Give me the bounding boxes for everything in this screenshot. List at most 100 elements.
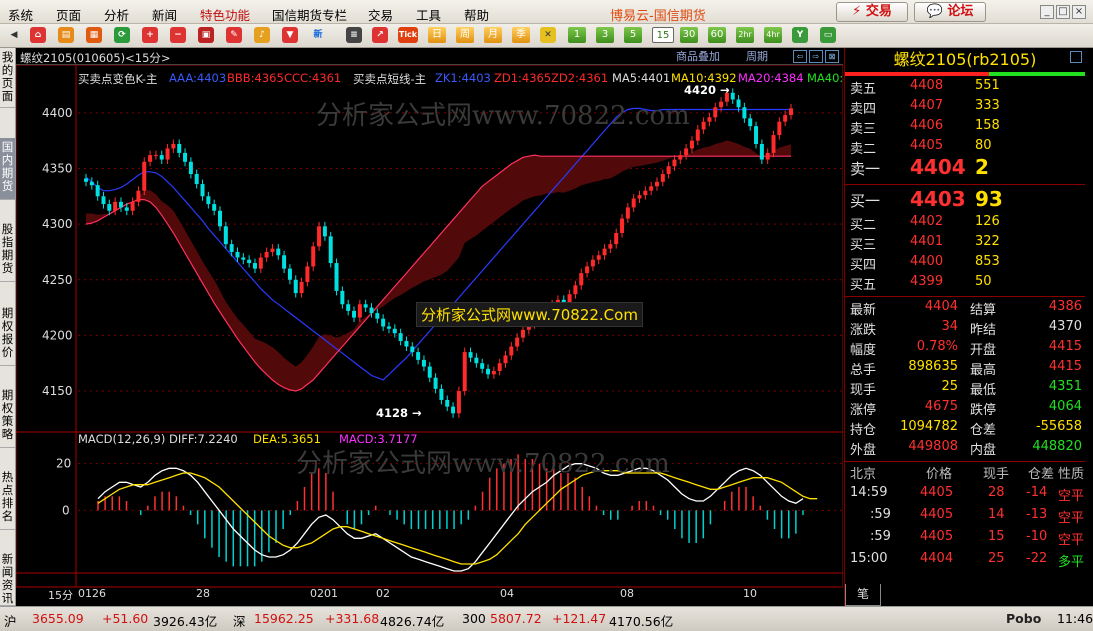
trade-button[interactable]: ⚡ 交易 [836, 2, 908, 22]
sh-label: 沪 [4, 614, 17, 629]
home-icon[interactable]: ⌂ [30, 27, 46, 43]
candle-body [252, 263, 257, 269]
stat-label: 现手 [850, 383, 877, 398]
candle-body [643, 190, 648, 196]
screen-icon[interactable]: ▭ [820, 27, 836, 43]
pen-icon[interactable]: ✎ [226, 27, 242, 43]
ask-price: 4408 [910, 78, 944, 93]
nav-my-page[interactable]: 我的页面 [0, 48, 15, 108]
candle-body [398, 333, 403, 341]
close-icon[interactable]: × [1072, 5, 1086, 19]
period-15m-button[interactable]: 15 [652, 27, 674, 43]
period-day-button[interactable]: 日 [428, 27, 446, 43]
period-5m-button[interactable]: 5 [624, 27, 642, 43]
new-icon[interactable]: 新 [310, 27, 326, 43]
menu-page[interactable]: 页面 [56, 5, 81, 24]
candle-body [247, 259, 252, 264]
candle-body [789, 108, 793, 116]
period-2hr-button[interactable]: 2hr [736, 27, 754, 43]
tick-header-cell: 仓差 [1028, 467, 1055, 482]
refresh-icon[interactable]: ⟳ [114, 27, 130, 43]
folder-icon[interactable]: ▤ [58, 27, 74, 43]
zoom-in-icon[interactable]: + [142, 27, 158, 43]
candle-body [462, 352, 467, 392]
period-button[interactable]: 周期 [746, 50, 768, 63]
nav-hot-ranking[interactable]: 热点排名 [0, 468, 15, 530]
candle-body [136, 190, 141, 202]
bid-label: 买五 [850, 278, 877, 293]
candle-body [410, 346, 415, 353]
menu-analysis[interactable]: 分析 [104, 5, 129, 24]
low-annotation: 4128 → [376, 406, 422, 420]
panel-toggle-icon[interactable] [1070, 51, 1082, 63]
candle-body [590, 259, 595, 267]
candle-body [451, 406, 456, 414]
period-3m-button[interactable]: 3 [596, 27, 614, 43]
menu-news[interactable]: 新闻 [152, 5, 177, 24]
nav-label: 我的页面 [1, 50, 14, 103]
candle-body [515, 337, 520, 347]
nav-domestic-futures[interactable]: 国内期货 [0, 138, 15, 200]
list-icon[interactable]: ≡ [346, 27, 362, 43]
candle-body [719, 101, 724, 108]
candle-body [596, 255, 601, 260]
bid-label: 买三 [850, 238, 877, 253]
menu-features[interactable]: 特色功能 [200, 5, 250, 24]
candle-body [660, 174, 665, 182]
period-60m-button[interactable]: 60 [708, 27, 726, 43]
window-icon[interactable]: ▣ [198, 27, 214, 43]
bell-icon[interactable]: ♪ [254, 27, 270, 43]
candle-body [101, 196, 106, 205]
filter-icon[interactable]: ▼ [282, 27, 298, 43]
candle-body [188, 161, 193, 175]
period-week-button[interactable]: 周 [456, 27, 474, 43]
candle-body [258, 257, 263, 269]
zoom-out-icon[interactable]: − [170, 27, 186, 43]
tick-nature: 空平 [1058, 489, 1085, 504]
nav-index-futures[interactable]: 股指期货 [0, 220, 15, 282]
back-arrow-icon[interactable]: ◀ [6, 27, 22, 43]
stat-row: 涨停 4675 跌停 4064 [848, 399, 1088, 419]
filter-funnel-icon[interactable]: Y [792, 27, 808, 43]
fullscreen-icon[interactable]: ⊠ [825, 50, 839, 63]
candle-body [340, 290, 345, 305]
grid-icon[interactable]: ▦ [86, 27, 102, 43]
nav-option-quotes[interactable]: 期权报价 [0, 304, 15, 366]
shrink-icon[interactable]: ⇨ [809, 50, 823, 63]
chart-icon[interactable]: ↗ [372, 27, 388, 43]
cross-icon[interactable]: ✕ [540, 27, 556, 43]
maximize-icon[interactable]: □ [1056, 5, 1070, 19]
tick-tab[interactable]: 笔 [845, 584, 881, 606]
candle-body [608, 244, 613, 249]
nav-option-strategy[interactable]: 期权策略 [0, 386, 15, 448]
candle-body [480, 363, 485, 369]
stat-value-2: 4415 [1048, 359, 1082, 374]
stat-value-2: 4415 [1048, 339, 1082, 354]
tick-button[interactable]: Tick [398, 27, 418, 43]
menu-guosen-column[interactable]: 国信期货专栏 [272, 5, 347, 24]
menu-help[interactable]: 帮助 [464, 5, 489, 24]
stat-row: 最新 4404 结算 4386 [848, 299, 1088, 319]
period-30m-button[interactable]: 30 [680, 27, 698, 43]
forum-button[interactable]: 💬 论坛 [914, 2, 986, 22]
overlay-button[interactable]: 商品叠加 [676, 50, 720, 63]
menu-trade[interactable]: 交易 [368, 5, 393, 24]
candle-body [666, 166, 671, 175]
menu-system[interactable]: 系统 [8, 5, 33, 24]
tick-header-cell: 北京 [850, 467, 877, 482]
minimize-icon[interactable]: _ [1040, 5, 1054, 19]
candle-body [177, 143, 182, 153]
menu-tools[interactable]: 工具 [416, 5, 441, 24]
legend-zd1: ZD1:4365 [494, 71, 552, 85]
lightning-icon: ⚡ [852, 4, 862, 19]
period-4hr-button[interactable]: 4hr [764, 27, 782, 43]
candle-body [468, 352, 473, 358]
period-quarter-button[interactable]: 季 [512, 27, 530, 43]
ask-row: 卖五 4408 551 [848, 78, 1088, 98]
expand-icon[interactable]: ⇦ [793, 50, 807, 63]
period-month-button[interactable]: 月 [484, 27, 502, 43]
period-1m-button[interactable]: 1 [568, 27, 586, 43]
nav-news[interactable]: 新闻资讯 [0, 550, 15, 606]
kline-chart[interactable]: 4150 4200 4250 4300 4350 4400 20 0 买卖点变色K-主 AAA… [16, 65, 851, 588]
bid-volume: 853 [975, 254, 1000, 269]
